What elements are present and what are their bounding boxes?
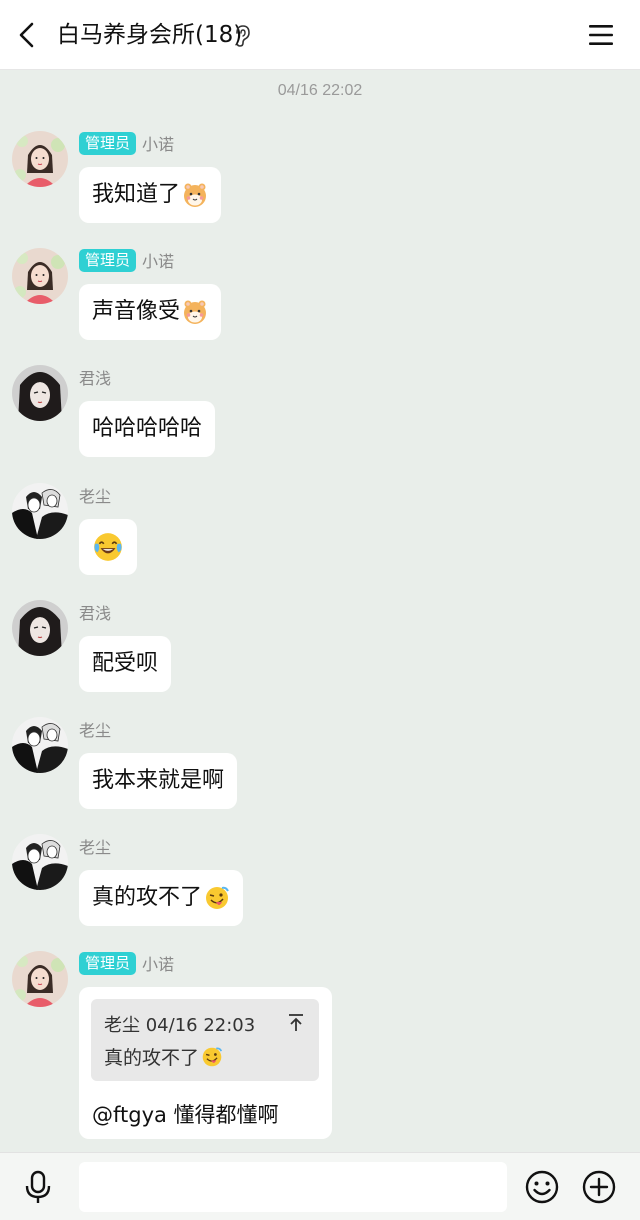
- avatar[interactable]: [12, 365, 68, 421]
- avatar[interactable]: [12, 834, 68, 890]
- sender-name: 老尘: [79, 838, 112, 857]
- jump-to-top-icon[interactable]: [287, 1013, 305, 1033]
- avatar[interactable]: [12, 717, 68, 773]
- chat-title[interactable]: 白马养身会所(18): [57, 20, 242, 50]
- plus-circle-icon[interactable]: [581, 1169, 617, 1205]
- message-timestamp: 04/16 22:02: [277, 82, 363, 99]
- message-text: 我本来就是啊: [92, 768, 225, 793]
- hamster-emoji-icon: [182, 182, 208, 208]
- microphone-icon[interactable]: [22, 1169, 54, 1205]
- message-text: 配受呗: [92, 651, 159, 676]
- hamster-emoji-icon: [182, 299, 208, 325]
- input-bar: [0, 1152, 640, 1220]
- quoted-text: 真的攻不了: [104, 1047, 200, 1069]
- message-bubble[interactable]: 声音像受: [79, 284, 222, 340]
- sender-name: 老尘: [79, 487, 112, 506]
- sender-name: 小诺: [142, 955, 175, 974]
- message-bubble[interactable]: 真的攻不了: [79, 870, 244, 926]
- tears-of-joy-emoji-icon: [92, 531, 124, 563]
- avatar[interactable]: [12, 600, 68, 656]
- ear-icon: [236, 25, 250, 47]
- sender-name: 君浅: [79, 369, 112, 388]
- message-bubble[interactable]: 配受呗: [79, 636, 172, 692]
- quoted-message[interactable]: 老尘 04/16 22:03 真的攻不了: [91, 999, 319, 1081]
- message-text: 真的攻不了: [92, 885, 203, 910]
- chat-header: 白马养身会所(18): [0, 0, 640, 70]
- message-bubble[interactable]: 我本来就是啊: [79, 753, 238, 809]
- sender-name: 小诺: [142, 135, 175, 154]
- message-bubble[interactable]: [79, 519, 137, 575]
- admin-badge: 管理员: [79, 951, 137, 975]
- message-text: @ftgya 懂得都懂啊: [92, 1103, 279, 1127]
- avatar[interactable]: [12, 248, 68, 304]
- message-bubble[interactable]: 老尘 04/16 22:03 真的攻不了 @ftgya 懂得都懂啊: [79, 987, 332, 1139]
- quoted-header: 老尘 04/16 22:03: [104, 1015, 256, 1036]
- avatar[interactable]: [12, 131, 68, 187]
- message-bubble[interactable]: 我知道了: [79, 167, 222, 223]
- avatar[interactable]: [12, 951, 68, 1007]
- admin-badge: 管理员: [79, 131, 137, 155]
- sender-name: 君浅: [79, 604, 112, 623]
- avatar[interactable]: [12, 483, 68, 539]
- smiley-icon[interactable]: [524, 1169, 560, 1205]
- sender-name: 老尘: [79, 721, 112, 740]
- admin-badge: 管理员: [79, 248, 137, 272]
- tongue-wink-emoji-icon: [204, 885, 230, 911]
- chevron-left-icon[interactable]: [12, 18, 44, 52]
- message-input[interactable]: [79, 1162, 507, 1212]
- menu-icon[interactable]: [586, 20, 616, 50]
- message-bubble[interactable]: 哈哈哈哈哈: [79, 401, 216, 457]
- message-text: 我知道了: [92, 182, 181, 207]
- tongue-wink-emoji-icon: [201, 1046, 223, 1068]
- message-text: 声音像受: [92, 299, 181, 324]
- sender-name: 小诺: [142, 252, 175, 271]
- message-text: 哈哈哈哈哈: [92, 416, 203, 441]
